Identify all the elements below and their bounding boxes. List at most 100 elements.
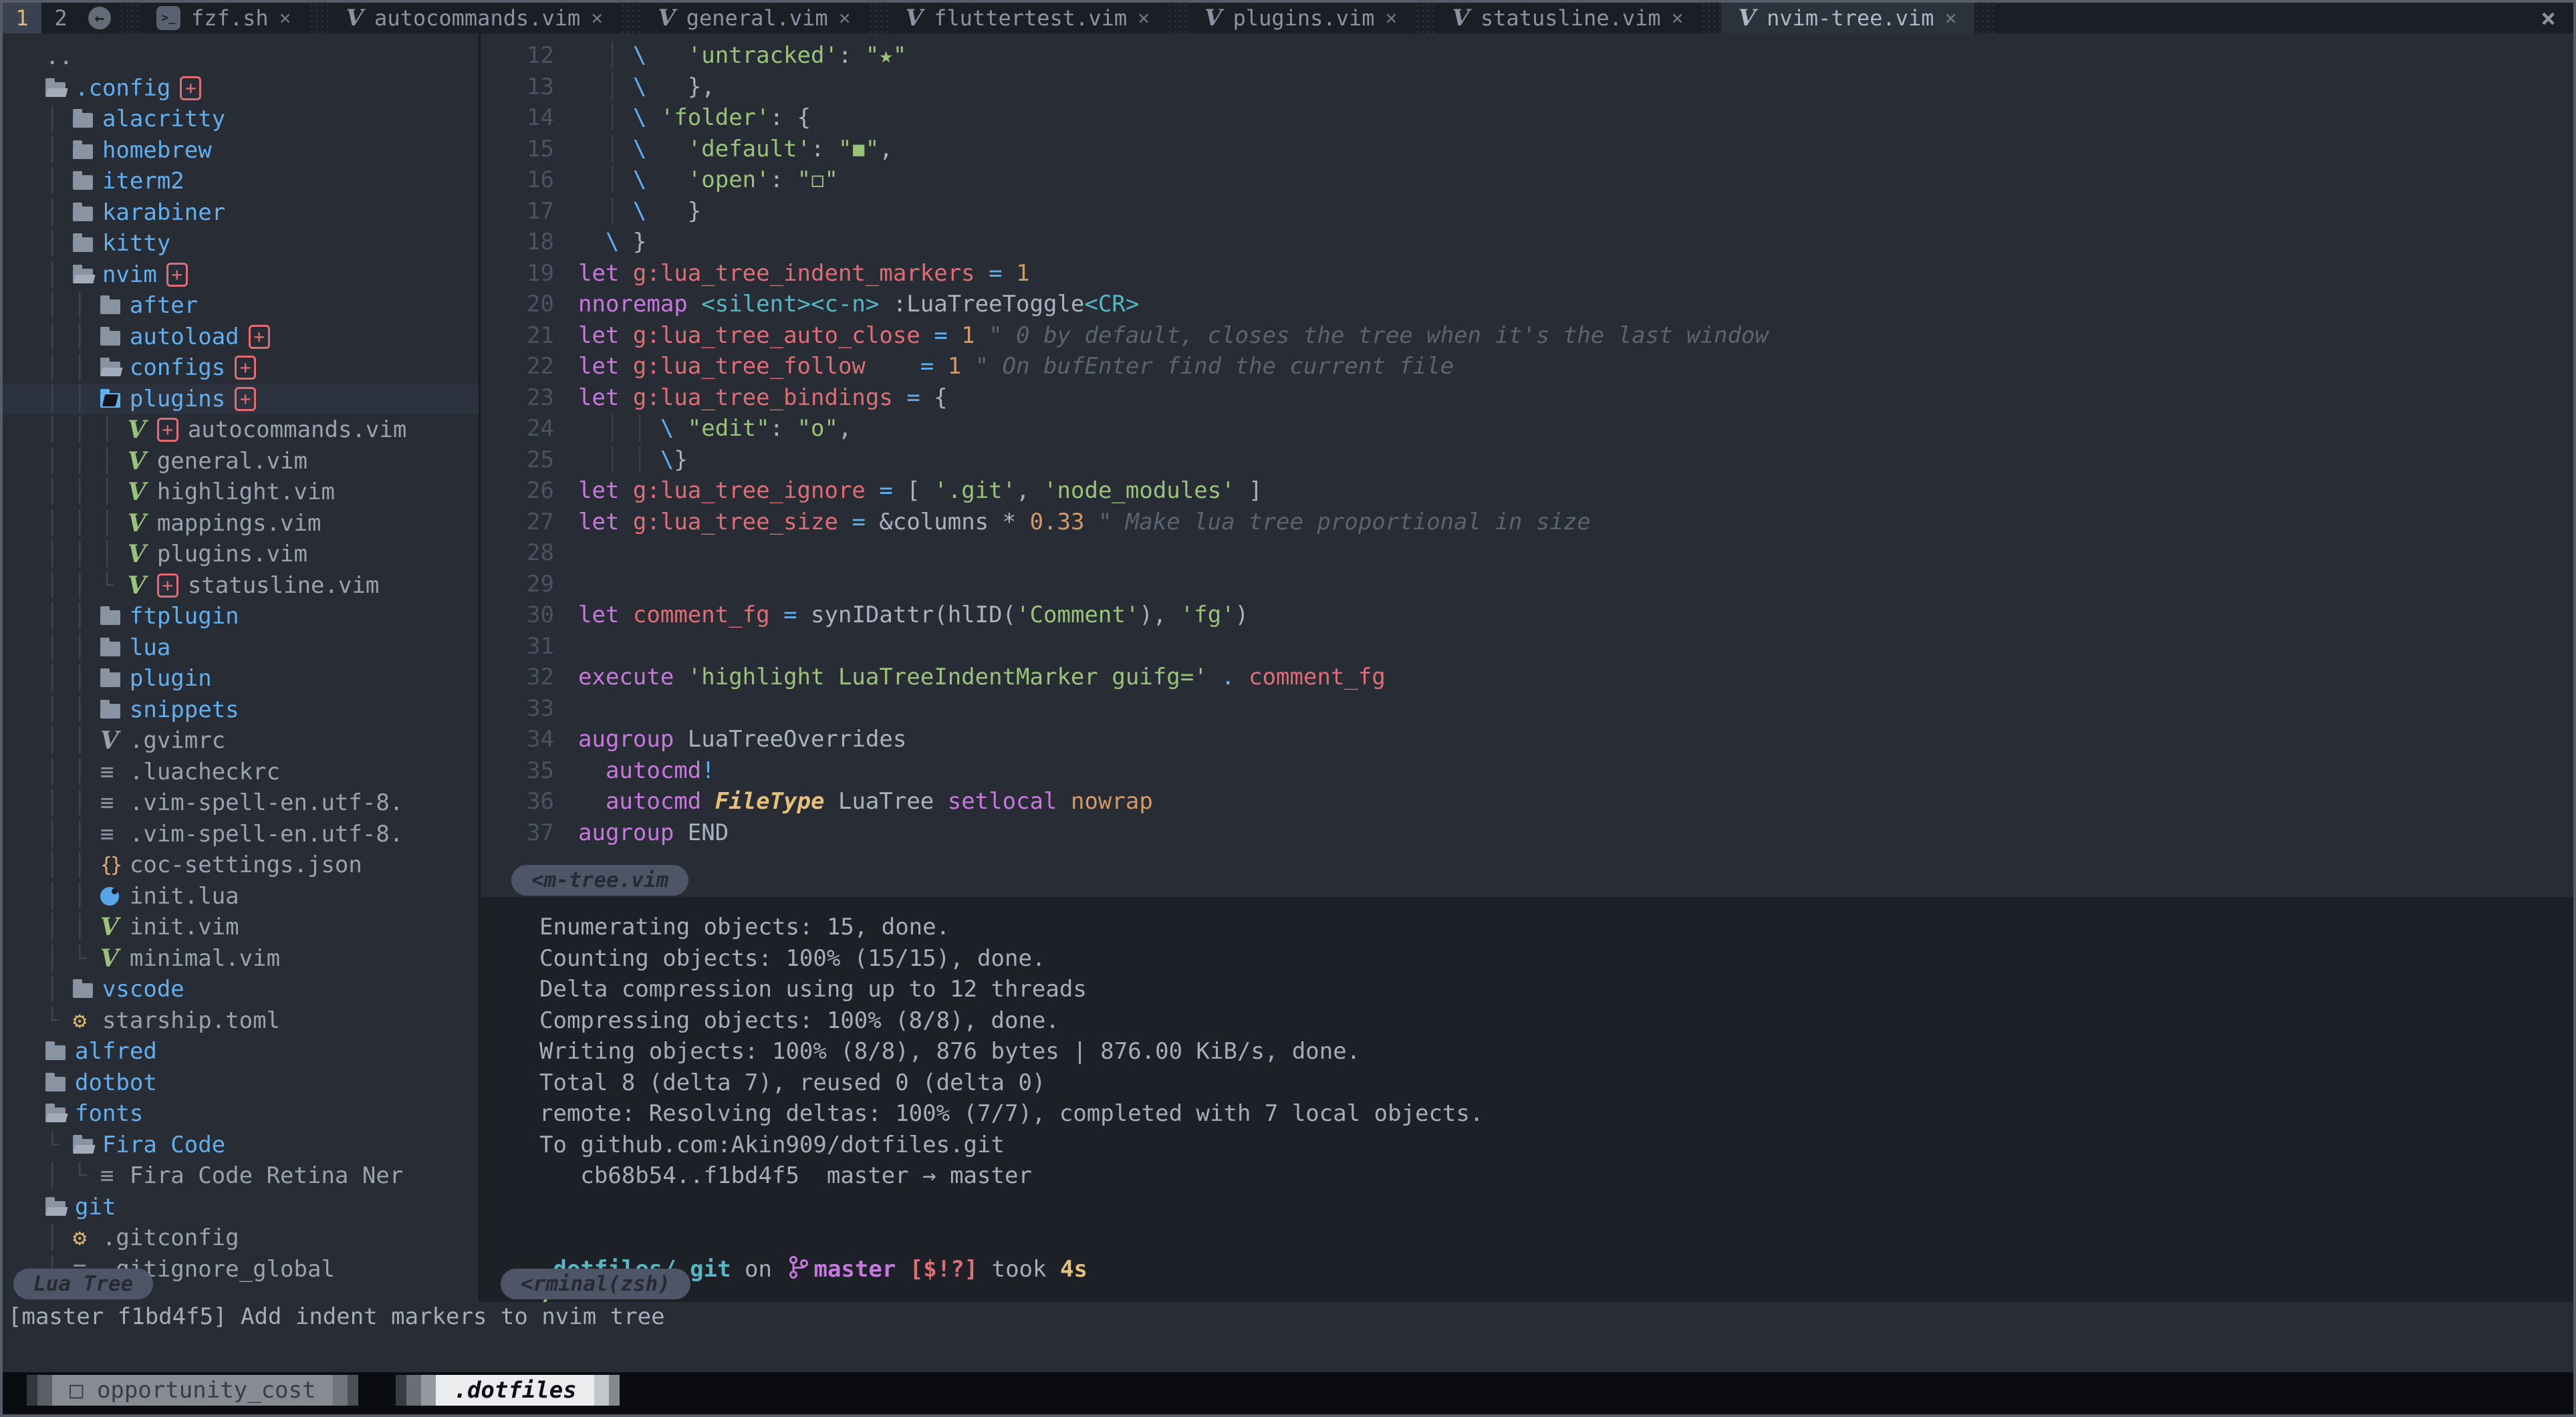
tree-item-label: minimal.vim — [130, 945, 280, 972]
code-text: │ │ \ "edit": "o", — [578, 413, 852, 444]
vim-icon: V — [1738, 5, 1756, 31]
folder-open-icon — [45, 1198, 75, 1216]
tree-row[interactable]: │ │ autoload+ — [3, 321, 479, 353]
tmux-gradient-segment — [333, 1375, 348, 1406]
tmux-window-opportunity_cost[interactable]: □ opportunity_cost — [52, 1375, 333, 1406]
tree-row[interactable]: └ Fira Code — [3, 1130, 479, 1161]
tree-row[interactable]: │ vscode — [3, 974, 479, 1005]
tree-row[interactable]: │ │ │ Vhighlight.vim — [3, 477, 479, 508]
folder-icon — [73, 983, 93, 998]
tab-label: fzf.sh — [191, 5, 269, 31]
tree-row[interactable]: │ │ lua — [3, 632, 479, 664]
line-number: 15 — [481, 134, 554, 165]
folder-open-icon — [45, 1201, 66, 1216]
tree-indent-guide: │ │ │ — [45, 448, 128, 475]
git-untracked-badge: + — [166, 263, 188, 287]
tree-row[interactable]: │ │ snippets — [3, 694, 479, 726]
tree-row[interactable]: │ │ after — [3, 290, 479, 321]
tree-row[interactable]: │ │ │ Vgeneral.vim — [3, 446, 479, 477]
code-line: 14 │ \ 'folder': { — [481, 102, 2573, 134]
tree-row[interactable]: │ │ ≡.vim-spell-en.utf-8. — [3, 819, 479, 850]
terminal-line: Delta compression using up to 12 threads — [539, 974, 2573, 1005]
editor-tab[interactable]: >_fzf.sh× — [139, 3, 309, 33]
tree-row[interactable]: │ └ ≡Fira Code Retina Ner — [3, 1160, 479, 1192]
tab-close-icon[interactable]: × — [1945, 7, 1957, 30]
editor-tab[interactable]: Vfluttertest.vim× — [888, 3, 1167, 33]
tree-row[interactable]: │ │ configs+ — [3, 352, 479, 384]
tree-row[interactable]: │ alacritty — [3, 104, 479, 135]
back-icon: ← — [88, 7, 111, 29]
tmux-window-.dotfiles[interactable]: .dotfiles — [436, 1375, 594, 1406]
tree-row[interactable]: │ ⚙.gitconfig — [3, 1222, 479, 1254]
git-branch-icon — [788, 1255, 808, 1279]
back-button[interactable]: ← — [80, 3, 119, 33]
tree-row[interactable]: │ homebrew — [3, 135, 479, 166]
tree-row[interactable]: │ └ Vminimal.vim — [3, 943, 479, 975]
tree-row[interactable]: │ │ │ Vmappings.vim — [3, 508, 479, 539]
tree-row[interactable]: │ │ └ V+statusline.vim — [3, 570, 479, 602]
code-text: nnoremap <silent><c-n> :LuaTreeToggle<CR… — [578, 289, 1139, 320]
tree-indent-guide: │ — [45, 976, 73, 1003]
editor-tab[interactable]: Vstatusline.vim× — [1435, 3, 1701, 33]
tree-row[interactable]: .config+ — [3, 73, 479, 104]
tree-row[interactable]: │ nvim+ — [3, 259, 479, 291]
tree-row[interactable]: │ kitty — [3, 228, 479, 259]
tab-close-icon[interactable]: × — [1672, 7, 1684, 30]
tree-row[interactable]: .. — [3, 41, 479, 73]
tree-item-label: .vim-spell-en.utf-8. — [130, 789, 403, 816]
tabpage-1[interactable]: 1 — [3, 3, 41, 33]
tab-close-icon[interactable]: × — [279, 7, 291, 30]
tree-row[interactable]: │ │ │ V+autocommands.vim — [3, 414, 479, 446]
folder-icon — [100, 328, 130, 346]
editor-tab[interactable]: Vnvim-tree.vim× — [1721, 3, 1974, 33]
tree-item-label: snippets — [130, 696, 239, 723]
folder-icon — [100, 299, 120, 314]
folder-open-icon — [45, 82, 66, 97]
tab-close-icon[interactable]: × — [839, 7, 851, 30]
tree-indent-guide: │ └ — [45, 945, 100, 972]
tree-row[interactable]: │ karabiner — [3, 197, 479, 229]
tree-row[interactable]: │ │ plugins+ — [3, 384, 479, 415]
tree-item-label: Fira Code Retina Ner — [130, 1162, 403, 1189]
tree-row[interactable]: │ │ {}coc-settings.json — [3, 850, 479, 881]
tree-item-label: init.vim — [130, 914, 239, 940]
editor-tab[interactable]: Vautocommands.vim× — [329, 3, 621, 33]
terminal-pane[interactable]: Enumerating objects: 15, done.Counting o… — [481, 897, 2573, 1302]
git-untracked-badge: + — [235, 387, 256, 411]
editor-tab[interactable]: Vgeneral.vim× — [640, 3, 868, 33]
command-message: [master f1bd4f5] Add indent markers to n… — [3, 1302, 2573, 1331]
text-file-icon: ≡ — [100, 759, 114, 785]
tab-close-icon[interactable]: × — [1385, 7, 1397, 30]
tree-item-label: dotbot — [75, 1069, 157, 1096]
tree-row[interactable]: dotbot — [3, 1067, 479, 1099]
tab-close-icon[interactable]: × — [1138, 7, 1150, 30]
folder-icon — [73, 207, 93, 221]
tree-row[interactable]: │ │ init.lua — [3, 881, 479, 912]
tabline-close-button[interactable]: × — [2523, 3, 2573, 33]
tree-row[interactable]: │ │ │ Vplugins.vim — [3, 539, 479, 570]
tree-row[interactable]: └ ⚙starship.toml — [3, 1005, 479, 1037]
tree-row[interactable]: │ │ ftplugin — [3, 601, 479, 632]
tree-row[interactable]: │ │ Vinit.vim — [3, 912, 479, 943]
code-text: │ \ 'folder': { — [578, 102, 811, 134]
folder-open-icon — [73, 1139, 93, 1154]
editor-pane[interactable]: 12 │ \ 'untracked': "★"13 │ \ },14 │ \ '… — [481, 33, 2573, 897]
tree-row[interactable]: │ │ ≡.vim-spell-en.utf-8. — [3, 787, 479, 819]
tabpage-2[interactable]: 2 — [41, 3, 80, 33]
editor-tab[interactable]: Vplugins.vim× — [1187, 3, 1414, 33]
tree-row[interactable]: git — [3, 1192, 479, 1223]
line-number: 24 — [481, 413, 554, 444]
tree-row[interactable]: │ iterm2 — [3, 166, 479, 197]
tree-row[interactable]: fonts — [3, 1098, 479, 1130]
tree-row[interactable]: alfred — [3, 1036, 479, 1067]
tree-row[interactable]: │ │ ≡.luacheckrc — [3, 757, 479, 788]
folder-icon — [73, 237, 93, 252]
gear-icon: ⚙ — [73, 1007, 102, 1034]
tree-row[interactable]: │ │ V.gvimrc — [3, 725, 479, 757]
tmux-gradient-segment — [27, 1375, 37, 1406]
line-number: 13 — [481, 72, 554, 103]
tree-row[interactable]: │ │ plugin — [3, 663, 479, 694]
tree-item-label: after — [130, 292, 198, 319]
git-untracked-badge: + — [157, 418, 178, 442]
tab-close-icon[interactable]: × — [591, 7, 603, 30]
